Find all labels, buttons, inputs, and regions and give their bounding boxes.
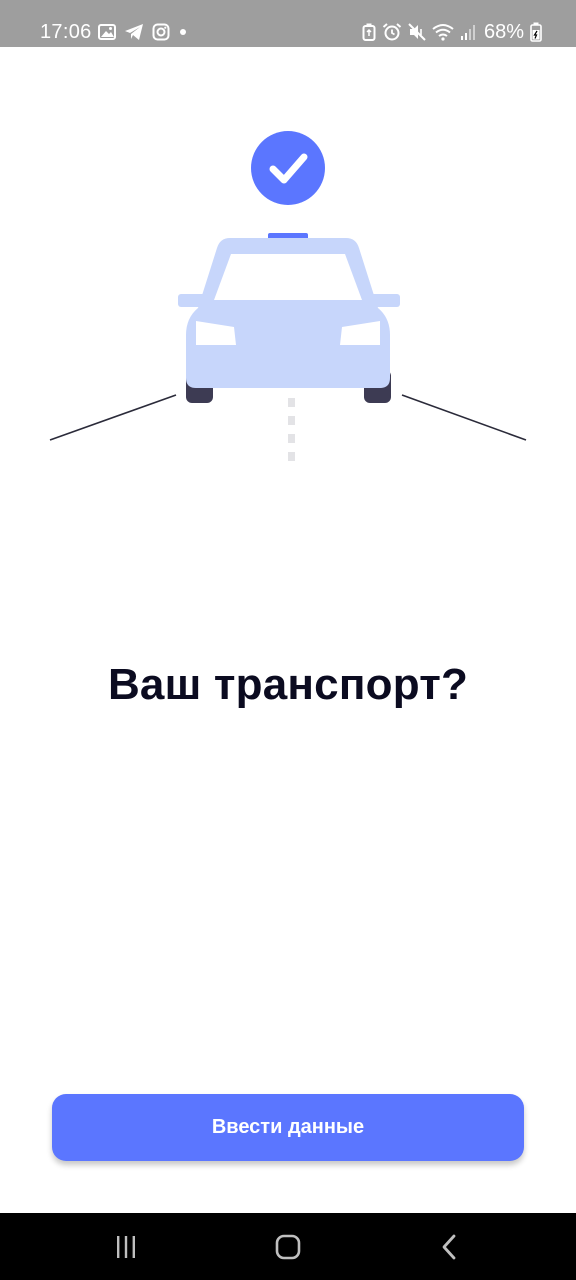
page-title: Ваш транспорт? xyxy=(107,660,469,709)
instagram-icon xyxy=(152,23,170,41)
road-line-left xyxy=(49,394,177,441)
back-icon xyxy=(442,1234,456,1260)
status-bar: 17:06 68% xyxy=(0,0,576,47)
system-icons: 68% xyxy=(362,20,542,44)
gallery-icon xyxy=(98,24,116,40)
notification-icons xyxy=(98,20,188,44)
mute-icon xyxy=(408,23,426,41)
enter-data-button[interactable]: Ввести данные xyxy=(52,1094,524,1161)
recent-apps-icon xyxy=(117,1236,135,1258)
taxi-illustration xyxy=(49,131,527,461)
road-center-dashes xyxy=(288,398,295,461)
road-line-right xyxy=(401,394,527,441)
recent-apps-button[interactable] xyxy=(106,1231,146,1263)
status-time: 17:06 xyxy=(40,21,92,43)
alarm-icon xyxy=(382,23,402,41)
battery-percent: 68% xyxy=(483,20,524,43)
back-button[interactable] xyxy=(430,1231,470,1263)
battery-saver-icon xyxy=(362,23,376,41)
home-icon xyxy=(275,1234,301,1260)
home-button[interactable] xyxy=(268,1231,308,1263)
signal-icon xyxy=(460,23,476,41)
check-badge xyxy=(251,131,325,205)
battery-icon xyxy=(530,22,542,42)
wifi-icon xyxy=(432,23,454,41)
telegram-icon xyxy=(124,23,144,41)
navigation-bar xyxy=(0,1213,576,1280)
dot-icon xyxy=(178,27,188,37)
car-windshield xyxy=(214,254,362,300)
